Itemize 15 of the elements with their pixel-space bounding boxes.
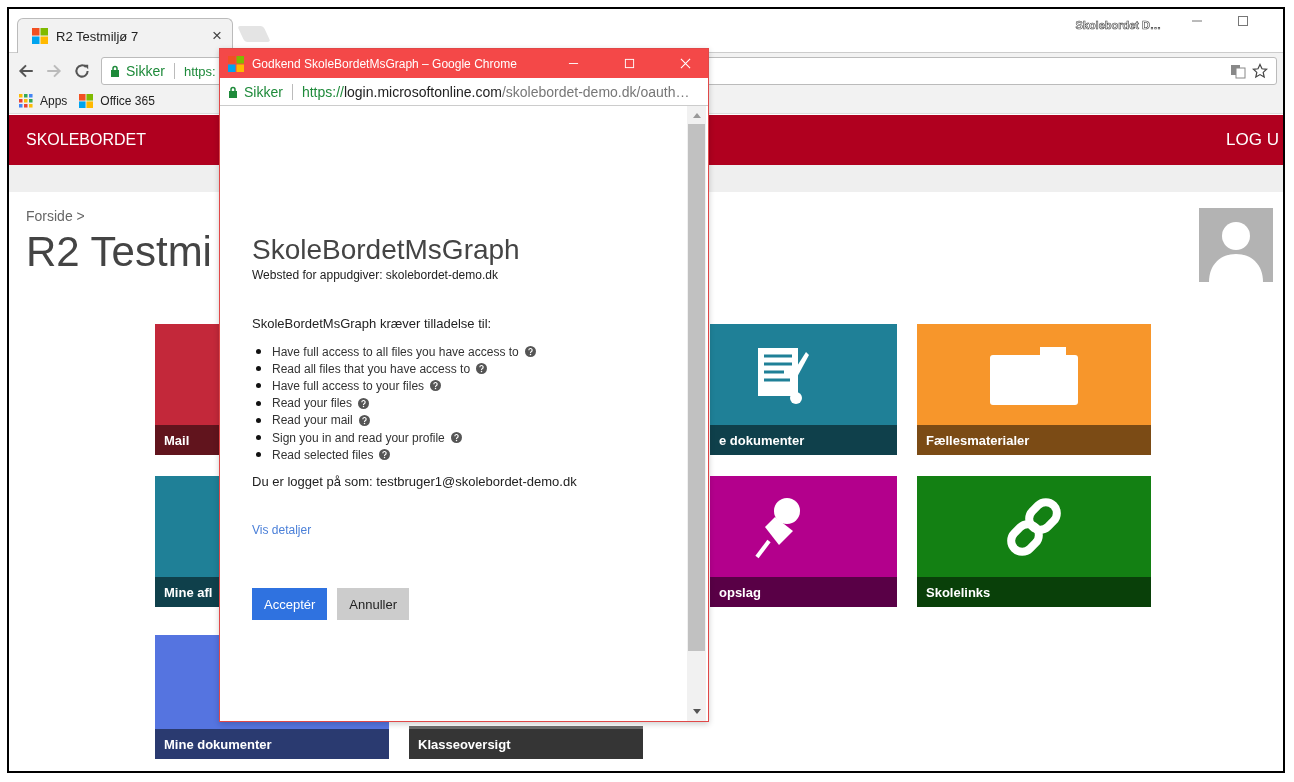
dialog-address-bar: Sikker https://login.microsoftonline.com/skolebordet-demo.dk/oauth… xyxy=(220,78,708,106)
permission-text: Read your files xyxy=(272,396,353,411)
permission-text: Read selected files xyxy=(272,447,374,462)
signed-in-text: Du er logget på som: testbruger1@skolebordet-demo.dk xyxy=(252,474,578,490)
publisher-text: Websted for appudgiver: skolebordet-demo.dk xyxy=(252,268,499,282)
tab-title: R2 Testmiljø 7 xyxy=(56,28,140,44)
permission-text: Have full access to all files you have access to xyxy=(272,344,519,359)
window-title: Godkend SkoleBordetMsGraph – Google Chrome xyxy=(252,56,517,71)
permission-text: Have full access to your files xyxy=(272,378,425,393)
app-name: SkoleBordetMsGraph xyxy=(252,234,521,266)
page-title: R2 Testmi xyxy=(26,228,212,276)
permission-text: Sign you in and read your profile xyxy=(272,430,445,445)
permission-text: Read your mail xyxy=(272,413,353,428)
permissions-heading: SkoleBordetMsGraph kræver tilladelse til: xyxy=(252,316,493,331)
permission-text: Read all files that you have access to xyxy=(272,361,471,376)
